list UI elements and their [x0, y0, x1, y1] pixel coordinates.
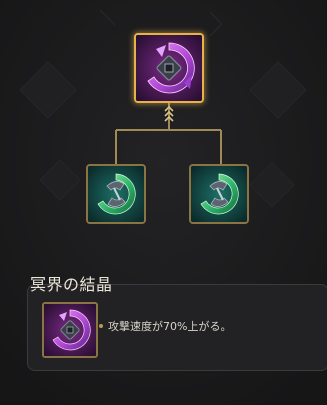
component-item-slot-2[interactable] [189, 164, 249, 224]
stat-description: 攻撃速度が70%上がる。 [108, 320, 232, 333]
detail-item-icon [42, 302, 98, 358]
crystal-purple-icon [44, 304, 96, 356]
stat-bullet-icon [99, 324, 103, 328]
up-chevrons-icon [164, 105, 174, 122]
result-item-slot[interactable] [134, 33, 204, 103]
crystal-green-icon [88, 166, 144, 222]
item-name-title: 冥界の結晶 [30, 275, 113, 294]
crystal-purple-icon [136, 35, 202, 101]
crystal-green-icon [191, 166, 247, 222]
component-item-slot-1[interactable] [86, 164, 146, 224]
